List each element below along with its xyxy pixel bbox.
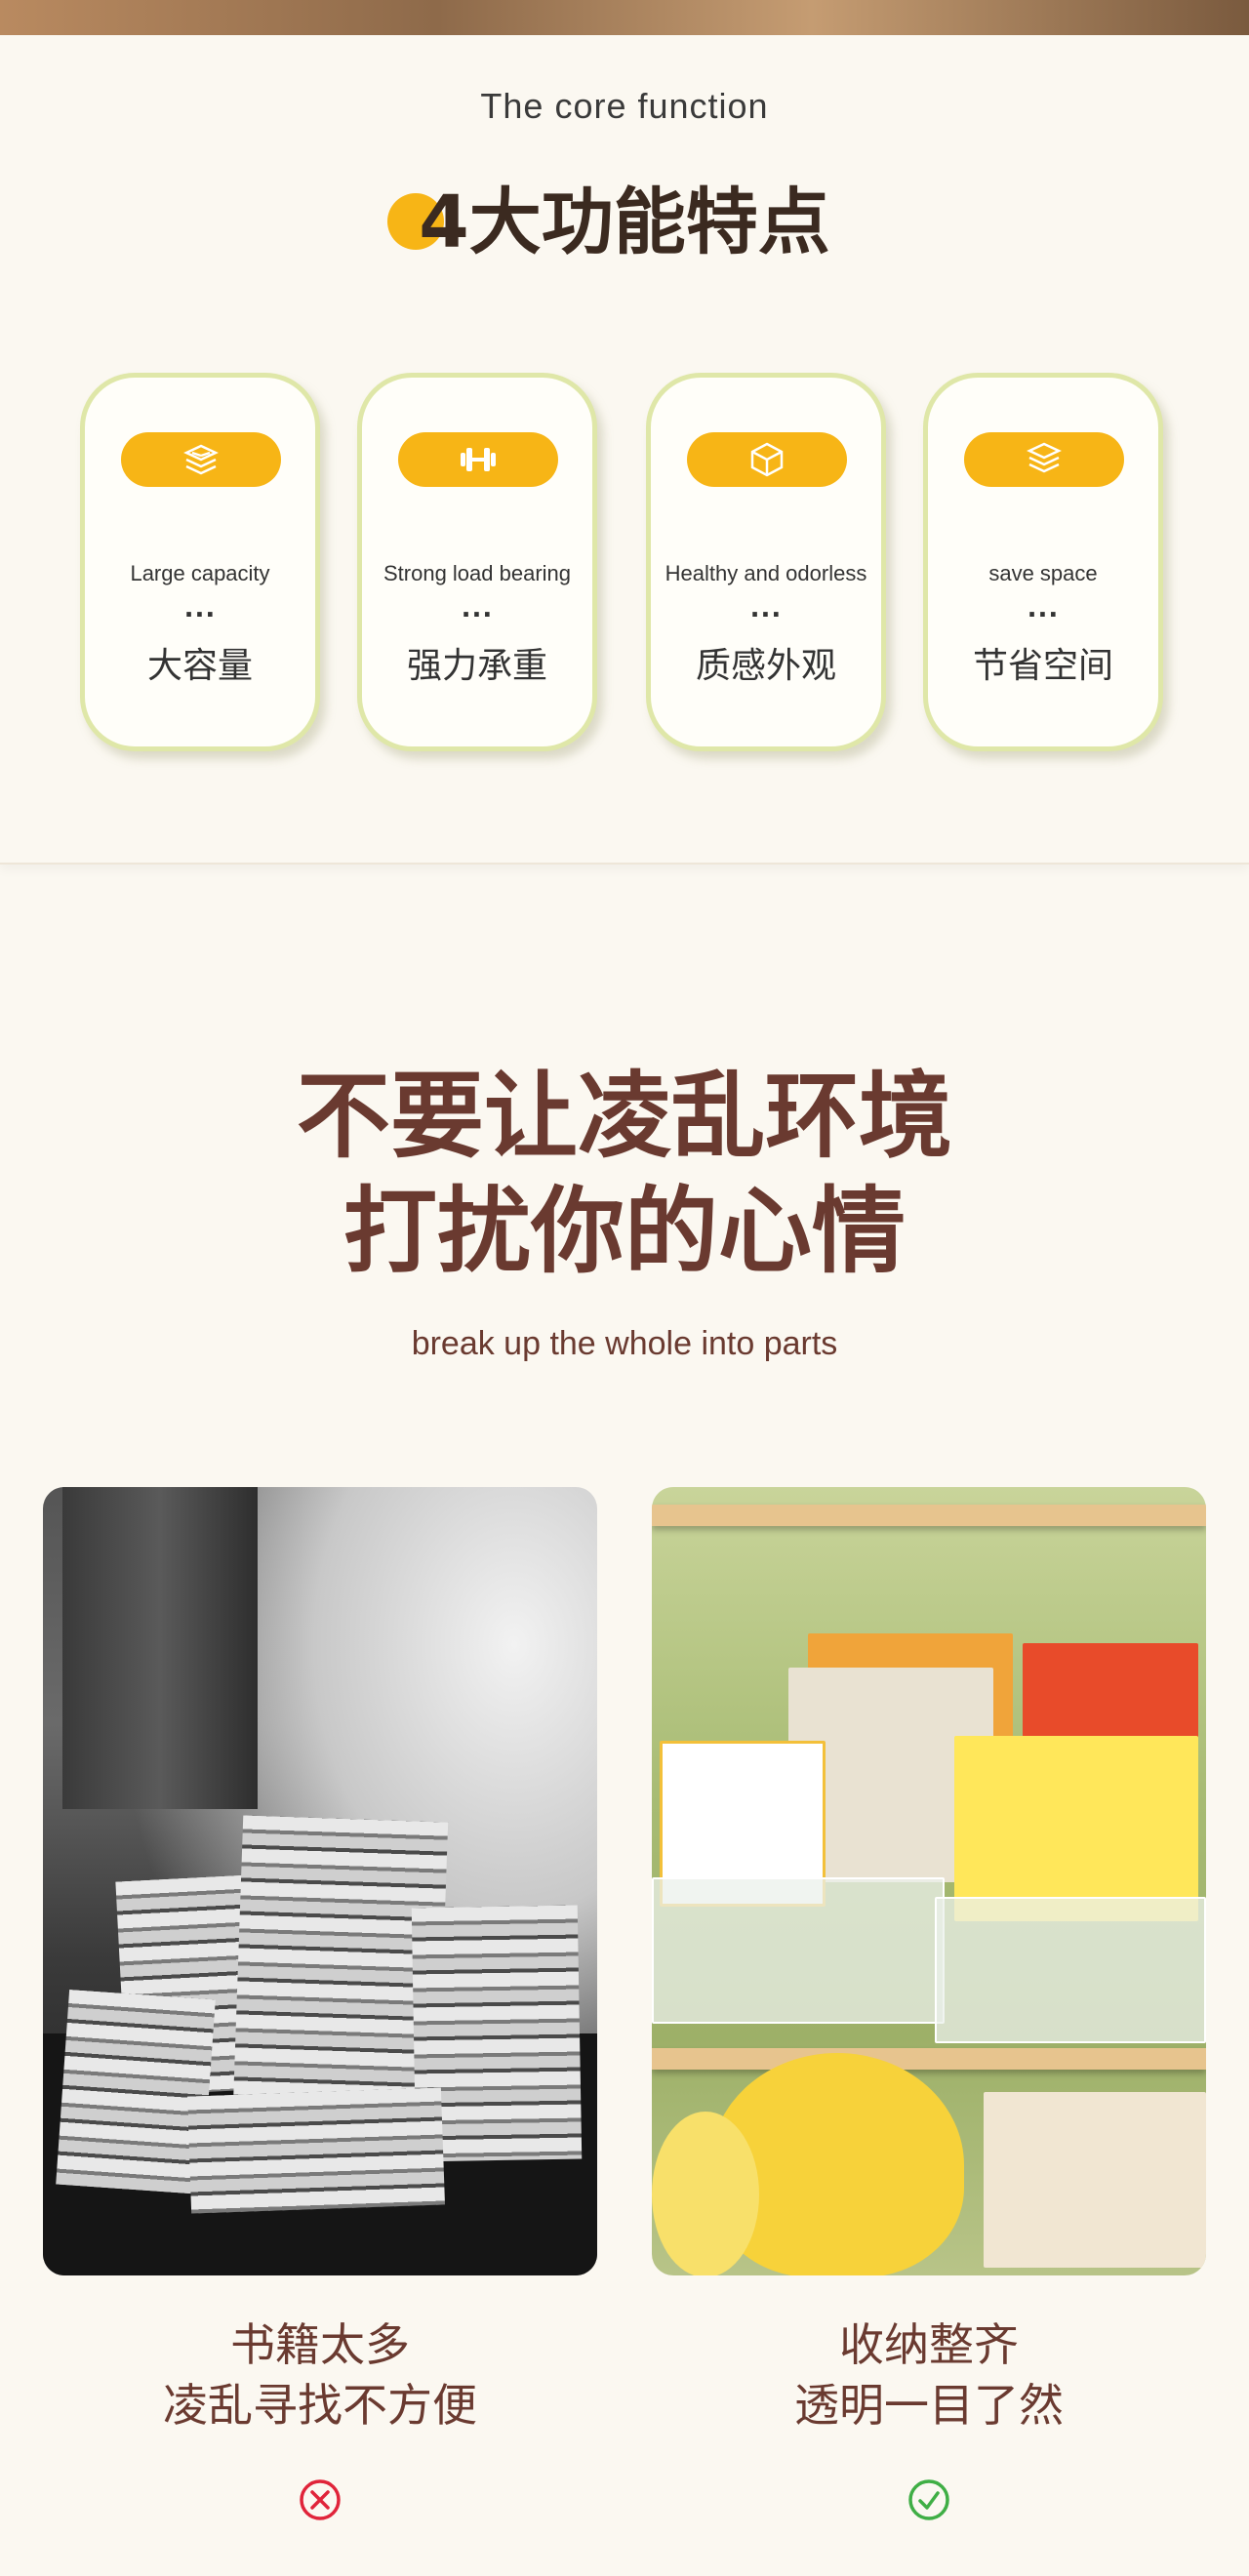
caption-line-2: 透明一目了然 [794, 2379, 1064, 2432]
feature-dots: ... [1027, 594, 1060, 624]
check-circle-icon [908, 2479, 949, 2520]
feature-icon-pill [398, 432, 558, 487]
title-text: 大功能特点 [468, 181, 830, 264]
clear-bin [935, 1897, 1206, 2043]
headline: 不要让凌乱环境 打扰你的心情 [0, 1059, 1249, 1289]
feature-cards: Large capacity ... 大容量 Strong load beari… [0, 373, 1249, 751]
clear-bin [652, 1877, 945, 2024]
cube-icon [750, 442, 784, 477]
feature-icon-pill [121, 432, 281, 487]
feature-cn-label: 质感外观 [695, 646, 836, 686]
feature-icon-pill [687, 432, 847, 487]
feature-en-label: Strong load bearing [383, 561, 572, 585]
caption-messy: 书籍太多 凌乱寻找不方便 [43, 2314, 597, 2435]
feature-card-space: save space ... 节省空间 [923, 373, 1163, 751]
caption-line-1: 收纳整齐 [839, 2318, 1019, 2371]
caption-line-1: 书籍太多 [230, 2318, 410, 2371]
feature-en-label: Healthy and odorless [665, 561, 867, 585]
bookcase [62, 1487, 258, 1809]
cross-circle-icon [300, 2479, 341, 2520]
book [954, 1736, 1198, 1921]
feature-cn-label: 节省空间 [972, 646, 1113, 686]
feature-dots: ... [183, 594, 217, 624]
headline-line-1: 不要让凌乱环境 [297, 1062, 952, 1171]
book-stack [186, 2087, 446, 2214]
feature-en-label: save space [988, 561, 1098, 585]
shelf [652, 2048, 1206, 2070]
feature-card-capacity: Large capacity ... 大容量 [80, 373, 320, 751]
shelf [652, 1505, 1206, 1526]
book [984, 2092, 1206, 2268]
feature-dots: ... [461, 594, 494, 624]
feature-dots: ... [749, 594, 783, 624]
feature-icon-pill [964, 432, 1124, 487]
caption-line-2: 凌乱寻找不方便 [163, 2379, 477, 2432]
top-photo-strip [0, 0, 1249, 35]
core-function-title: 4大功能特点 [0, 164, 1249, 268]
caption-organized: 收纳整齐 透明一目了然 [652, 2314, 1206, 2435]
title-number: 4 [419, 181, 469, 264]
organized-books-photo [652, 1487, 1206, 2275]
feature-cn-label: 强力承重 [406, 646, 547, 686]
core-function-subtitle: The core function [480, 86, 769, 126]
headline-subtitle: break up the whole into parts [411, 1325, 838, 1362]
layers-icon [1027, 442, 1062, 473]
feature-card-odorless: Healthy and odorless ... 质感外观 [646, 373, 886, 751]
feature-en-label: Large capacity [130, 561, 270, 585]
messy-books-photo [43, 1487, 597, 2275]
plush-toy [652, 2112, 759, 2275]
feature-card-load: Strong load bearing ... 强力承重 [357, 373, 597, 751]
headline-line-2: 打扰你的心情 [343, 1177, 906, 1286]
feature-cn-label: 大容量 [146, 646, 253, 686]
dumbbell-icon [461, 448, 496, 471]
stack-layers-icon [183, 444, 219, 475]
